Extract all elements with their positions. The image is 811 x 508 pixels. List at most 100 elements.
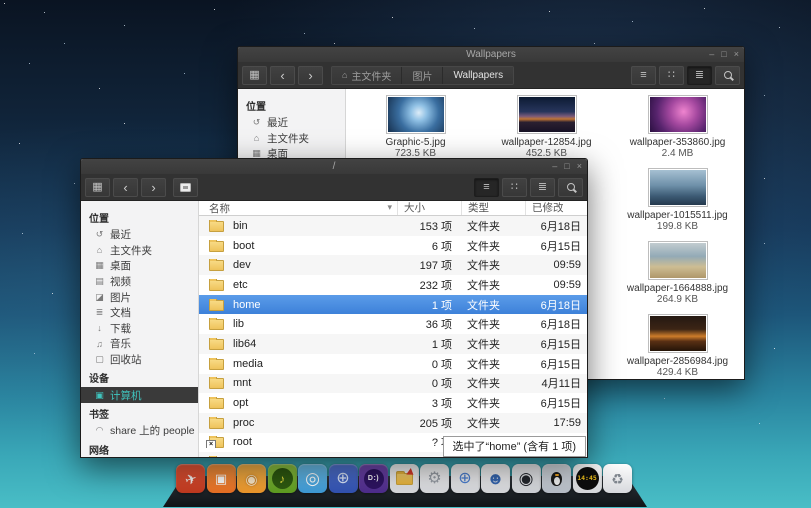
- list-view-icon: ≡: [640, 70, 646, 81]
- software-center-icon[interactable]: ▣: [207, 464, 236, 493]
- table-row-boot[interactable]: boot6 项文件夹6月15日: [199, 236, 587, 256]
- sidebar-item-music[interactable]: ♫音乐: [81, 336, 198, 352]
- camera-icon[interactable]: ◎: [298, 464, 327, 493]
- sidebar-item-home[interactable]: ⌂主文件夹: [81, 243, 198, 259]
- sidebar-item-image[interactable]: ◪图片: [81, 289, 198, 305]
- breadcrumb-current[interactable]: Wallpapers: [443, 67, 513, 84]
- list-view-button[interactable]: ≡: [474, 178, 499, 197]
- sidebar-item-desktop[interactable]: ▦桌面: [81, 258, 198, 274]
- table-row-opt[interactable]: opt3 项文件夹6月15日: [199, 393, 587, 413]
- desktop-icon: ▦: [94, 260, 105, 271]
- launcher-icon[interactable]: ✈: [176, 464, 205, 493]
- toolbar: ▦ ‹ › ≡ ∷ ≣: [81, 174, 587, 201]
- clock-icon[interactable]: 14:45: [573, 464, 602, 493]
- search-icon: [567, 183, 575, 191]
- sidebar-item-download[interactable]: ↓下载: [81, 321, 198, 337]
- maximize-icon[interactable]: □: [721, 50, 726, 59]
- thumbnail-cell[interactable]: wallpaper-353860.jpg2.4 MB: [612, 95, 743, 168]
- titlebar[interactable]: Wallpapers – □ ×: [238, 47, 744, 62]
- maximize-icon[interactable]: □: [564, 162, 569, 171]
- music-player-icon[interactable]: ♪: [268, 464, 297, 493]
- breadcrumb-label: 图片: [412, 68, 432, 83]
- column-header-modified[interactable]: 已修改: [525, 201, 587, 215]
- titlebar[interactable]: / – □ ×: [81, 159, 587, 174]
- sidebar-item-home[interactable]: ⌂主文件夹: [238, 131, 345, 147]
- icon-view-icon: ∷: [511, 182, 518, 193]
- qq-icon[interactable]: ☻: [481, 464, 510, 493]
- sidebar-item-document[interactable]: ≣文档: [81, 305, 198, 321]
- dock-icons: ✈▣◉♪◎⊕D:)⚙⊕☻◉14:45♻: [176, 464, 632, 493]
- breadcrumb-segment[interactable]: 图片: [402, 67, 443, 84]
- app-store-icon[interactable]: ⚙: [420, 464, 449, 493]
- close-icon[interactable]: ×: [577, 162, 582, 171]
- column-header-size[interactable]: 大小: [397, 201, 461, 215]
- file-manager-icon[interactable]: [390, 464, 419, 493]
- sidebar-item-label: 下载: [110, 321, 131, 336]
- table-row-home[interactable]: home1 项文件夹6月18日: [199, 295, 587, 315]
- file-size: 232 项: [397, 277, 461, 293]
- sidebar-item-video[interactable]: ▤视频: [81, 274, 198, 290]
- folder-icon: [209, 378, 224, 389]
- photo-lens-icon[interactable]: ◉: [512, 464, 541, 493]
- close-icon[interactable]: ×: [734, 50, 739, 59]
- menu-button[interactable]: ▦: [242, 66, 267, 85]
- forward-button[interactable]: ›: [141, 178, 166, 197]
- folder-icon: [209, 319, 224, 330]
- back-button[interactable]: ‹: [270, 66, 295, 85]
- file-type: 文件夹: [461, 297, 525, 313]
- sort-caret-icon: ▾: [387, 202, 392, 213]
- table-row-lib[interactable]: lib36 项文件夹6月18日: [199, 314, 587, 334]
- search-button[interactable]: [558, 178, 583, 197]
- sidebar-item-history[interactable]: ↺最近: [238, 115, 345, 131]
- thumbnail-cell[interactable]: wallpaper-2856984.jpg429.4 KB: [612, 314, 743, 379]
- file-modified: 6月15日: [525, 356, 587, 372]
- table-row-dev[interactable]: dev197 项文件夹09:59: [199, 255, 587, 275]
- folder-icon: [209, 359, 224, 370]
- web-browser-glyph: ⊕: [458, 471, 471, 487]
- table-row-proc[interactable]: proc205 项文件夹17:59: [199, 413, 587, 433]
- sidebar-item-computer[interactable]: ▣计算机: [81, 387, 198, 403]
- search-button[interactable]: [715, 66, 740, 85]
- sidebar-item-wifi[interactable]: ◠share 上的 people: [81, 423, 198, 439]
- root-crumb-button[interactable]: [173, 178, 198, 197]
- column-header-name[interactable]: 名称 ▾: [199, 201, 397, 216]
- sidebar-item-label: 视频: [110, 274, 131, 289]
- forward-button[interactable]: ›: [298, 66, 323, 85]
- thumbnail-art-burst: [388, 97, 444, 132]
- sidebar-item-label: 最近: [267, 115, 288, 130]
- coffee-icon[interactable]: ◉: [237, 464, 266, 493]
- menu-button[interactable]: ▦: [85, 178, 110, 197]
- file-type: 文件夹: [461, 395, 525, 411]
- thumbnail-cell[interactable]: wallpaper-1015511.jpg199.8 KB: [612, 168, 743, 241]
- table-row-etc[interactable]: etc232 项文件夹09:59: [199, 275, 587, 295]
- minimize-icon[interactable]: –: [709, 50, 714, 59]
- list-view-button[interactable]: ≡: [631, 66, 656, 85]
- breadcrumb-label: 主文件夹: [351, 68, 391, 83]
- terminal-icon[interactable]: [542, 464, 571, 493]
- compact-view-button[interactable]: ≣: [530, 178, 555, 197]
- web-browser-icon[interactable]: ⊕: [451, 464, 480, 493]
- recycle-icon[interactable]: ♻: [603, 464, 632, 493]
- table-row-lib64[interactable]: lib641 项文件夹6月15日: [199, 334, 587, 354]
- sidebar-item-trash[interactable]: ▢回收站: [81, 352, 198, 368]
- icon-view-button[interactable]: ∷: [659, 66, 684, 85]
- icon-view-button[interactable]: ∷: [502, 178, 527, 197]
- column-header-type[interactable]: 类型: [461, 201, 525, 215]
- table-row-media[interactable]: media0 项文件夹6月15日: [199, 354, 587, 374]
- minimize-icon[interactable]: –: [552, 162, 557, 171]
- sidebar-item-history[interactable]: ↺最近: [81, 227, 198, 243]
- breadcrumb-segment[interactable]: ⌂ 主文件夹: [332, 67, 402, 84]
- file-name: proc: [233, 417, 254, 429]
- sidebar-section-header: 书签: [81, 403, 198, 423]
- thumbnail-cell[interactable]: wallpaper-1664888.jpg264.9 KB: [612, 241, 743, 314]
- music-icon: ♫: [94, 339, 105, 349]
- folder-icon: [209, 260, 224, 271]
- movie-icon[interactable]: D:): [359, 464, 388, 493]
- back-button[interactable]: ‹: [113, 178, 138, 197]
- browser-icon[interactable]: ⊕: [329, 464, 358, 493]
- table-row-mnt[interactable]: mnt0 项文件夹4月11日: [199, 374, 587, 394]
- file-name: wallpaper-1664888.jpg: [627, 283, 728, 294]
- table-row-bin[interactable]: bin153 项文件夹6月18日: [199, 216, 587, 236]
- home-icon: ⌂: [342, 70, 347, 80]
- compact-view-button[interactable]: ≣: [687, 66, 712, 85]
